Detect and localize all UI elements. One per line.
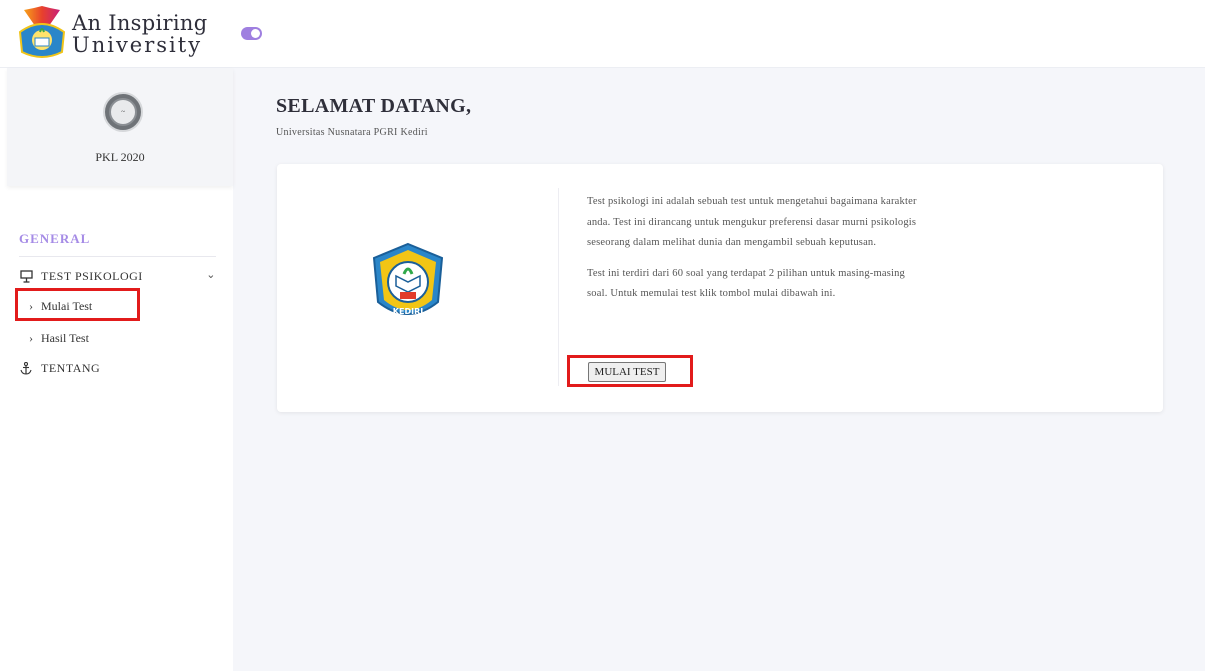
anchor-icon — [19, 361, 33, 375]
chevron-down-icon[interactable]: ⌄ — [206, 268, 216, 281]
university-seal-icon: KEDIRI — [372, 242, 444, 316]
seal-caption: KEDIRI — [393, 307, 423, 316]
description-paragraph-1: Test psikologi ini adalah sebuah test un… — [587, 196, 917, 248]
section-title-general: GENERAL — [19, 231, 91, 246]
profile-name: PKL 2020 — [95, 150, 145, 164]
brand-title-line2: University — [72, 32, 203, 57]
sidebar: ~ PKL 2020 GENERAL TEST PSIKOLOGI ⌄ › Mu… — [0, 68, 233, 671]
page-subtitle: Universitas Nusnatara PGRI Kediri — [276, 127, 428, 138]
sidebar-toggle-switch[interactable] — [241, 27, 262, 40]
card-divider — [558, 188, 559, 386]
page-title: SELAMAT DATANG, — [276, 95, 472, 117]
section-divider — [19, 256, 216, 257]
highlight-box-mulai-test — [15, 288, 140, 321]
sidebar-subitem-hasil-test[interactable]: › Hasil Test — [19, 328, 89, 348]
sidebar-item-test-psikologi[interactable]: TEST PSIKOLOGI ⌄ — [19, 266, 216, 286]
presentation-board-icon — [19, 269, 33, 283]
chevron-right-icon: › — [29, 330, 33, 345]
description-paragraph-2: Test ini terdiri dari 60 soal yang terda… — [587, 267, 906, 300]
sidebar-item-label: TEST PSIKOLOGI — [41, 268, 143, 283]
brand[interactable]: An Inspiring University — [18, 6, 207, 62]
sidebar-item-label: TENTANG — [41, 360, 101, 375]
sidebar-item-tentang[interactable]: TENTANG — [19, 358, 100, 378]
avatar[interactable]: ~ — [103, 92, 143, 132]
highlight-box-mulai-button — [567, 355, 693, 387]
card-description: Test psikologi ini adalah sebuah test un… — [587, 192, 927, 305]
intro-card: KEDIRI Test psikologi ini adalah sebuah … — [277, 164, 1163, 412]
top-bar: An Inspiring University — [0, 0, 1205, 68]
brand-title-line1: An Inspiring — [72, 10, 208, 35]
avatar-signature-icon: ~ — [109, 98, 137, 126]
university-logo-icon — [18, 6, 66, 58]
sidebar-subitem-label: Hasil Test — [41, 330, 89, 345]
profile-card: ~ PKL 2020 — [7, 68, 233, 186]
